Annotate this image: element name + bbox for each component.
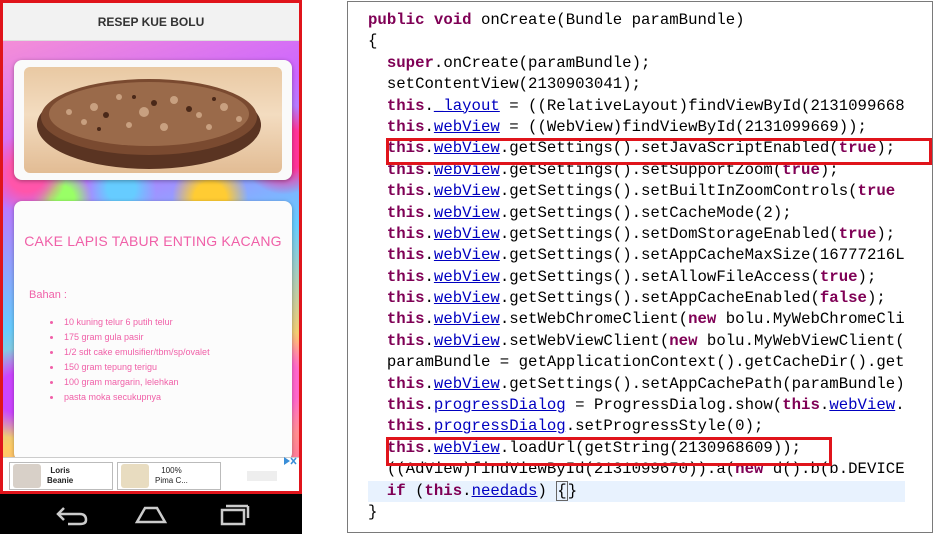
cake-image-card xyxy=(14,60,292,180)
app-title: RESEP KUE BOLU xyxy=(97,14,205,29)
code-line: this.webView = ((WebView)findViewById(21… xyxy=(386,117,867,136)
home-icon[interactable] xyxy=(131,502,171,526)
code-line: setContentView(2130903041); xyxy=(368,75,642,94)
ad-thumbnail xyxy=(121,464,149,488)
ad-thumbnail xyxy=(13,464,41,488)
recipe-title: CAKE LAPIS TABUR ENTING KACANG xyxy=(24,233,282,249)
ad-item-logo[interactable] xyxy=(227,462,297,490)
ad-label: Loris Beanie xyxy=(47,466,73,486)
android-navbar xyxy=(0,494,302,534)
recents-icon[interactable] xyxy=(213,502,253,526)
recipe-card: CAKE LAPIS TABUR ENTING KACANG Bahan : 1… xyxy=(14,201,292,461)
code-line: this.webView.getSettings().setCacheMode(… xyxy=(386,203,792,222)
app-screen: RESEP KUE BOLU CAKE LAPIS TABUR ENTING K… xyxy=(0,0,302,494)
code-line: this._layout = ((RelativeLayout)findView… xyxy=(386,96,905,115)
code-line: this.progressDialog = ProgressDialog.sho… xyxy=(386,396,905,415)
code-line: if (this.needads) {} xyxy=(368,480,905,502)
ad-label-line: Loris xyxy=(50,466,70,475)
code-line: paramBundle = getApplicationContext().ge… xyxy=(368,353,905,372)
back-icon[interactable] xyxy=(50,502,90,526)
ingredient-item: 175 gram gula pasir xyxy=(62,330,282,345)
code-line: } xyxy=(368,502,378,521)
code-line: this.webView.loadUrl(getString(213096860… xyxy=(386,438,802,457)
cake-photo xyxy=(24,67,282,173)
cake-illustration xyxy=(37,79,261,169)
ad-logo xyxy=(247,471,277,481)
code-line: this.webView.getSettings().setBuiltInZoo… xyxy=(386,182,896,201)
ad-choices-icon[interactable] xyxy=(283,456,297,466)
code-line: this.webView.getSettings().setAllowFileA… xyxy=(386,267,877,286)
ad-item-pima[interactable]: 100% Pima C... xyxy=(117,462,221,490)
code-line: this.progressDialog.setProgressStyle(0); xyxy=(386,417,764,436)
app-title-bar: RESEP KUE BOLU xyxy=(3,3,299,41)
code-line: this.webView.getSettings().setDomStorage… xyxy=(386,224,896,243)
ingredient-item: pasta moka secukupnya xyxy=(62,390,282,405)
code-line: { xyxy=(368,32,378,51)
decompiled-code-panel: public void onCreate(Bundle paramBundle)… xyxy=(347,1,933,533)
code-line: this.webView.getSettings().setAppCacheMa… xyxy=(386,246,905,265)
code-line: this.webView.setWebViewClient(new bolu.M… xyxy=(386,331,905,350)
code-line: this.webView.getSettings().setAppCacheEn… xyxy=(386,289,886,308)
code-line: this.webView.setWebChromeClient(new bolu… xyxy=(386,310,905,329)
ingredient-item: 150 gram tepung terigu xyxy=(62,360,282,375)
ad-item-beanie[interactable]: Loris Beanie xyxy=(9,462,113,490)
phone-screenshot: RESEP KUE BOLU CAKE LAPIS TABUR ENTING K… xyxy=(0,0,302,534)
ad-banner[interactable]: Loris Beanie 100% Pima C... xyxy=(3,456,299,491)
ad-label-line: 100% xyxy=(161,466,182,475)
ingredient-item: 10 kuning telur 6 putih telur xyxy=(62,315,282,330)
code-listing: public void onCreate(Bundle paramBundle)… xyxy=(368,10,905,523)
ingredients-list: 10 kuning telur 6 putih telur 175 gram g… xyxy=(62,315,282,405)
code-line: public void onCreate(Bundle paramBundle) xyxy=(368,11,745,29)
ingredients-heading: Bahan : xyxy=(29,289,67,301)
code-line: ((AdView)findViewById(2131099670)).a(new… xyxy=(368,460,905,479)
ingredient-item: 1/2 sdt cake emulsifier/tbm/sp/ovalet xyxy=(62,345,282,360)
code-line: super.onCreate(paramBundle); xyxy=(386,53,651,72)
ad-label-line: Pima C... xyxy=(155,476,188,485)
ad-label: 100% Pima C... xyxy=(155,466,188,486)
ad-label-line: Beanie xyxy=(47,476,74,485)
code-line: this.webView.getSettings().setAppCachePa… xyxy=(386,374,905,393)
ingredient-item: 100 gram margarin, lelehkan xyxy=(62,375,282,390)
code-line: this.webView.getSettings().setSupportZoo… xyxy=(386,160,839,179)
code-line: this.webView.getSettings().setJavaScript… xyxy=(386,139,896,158)
